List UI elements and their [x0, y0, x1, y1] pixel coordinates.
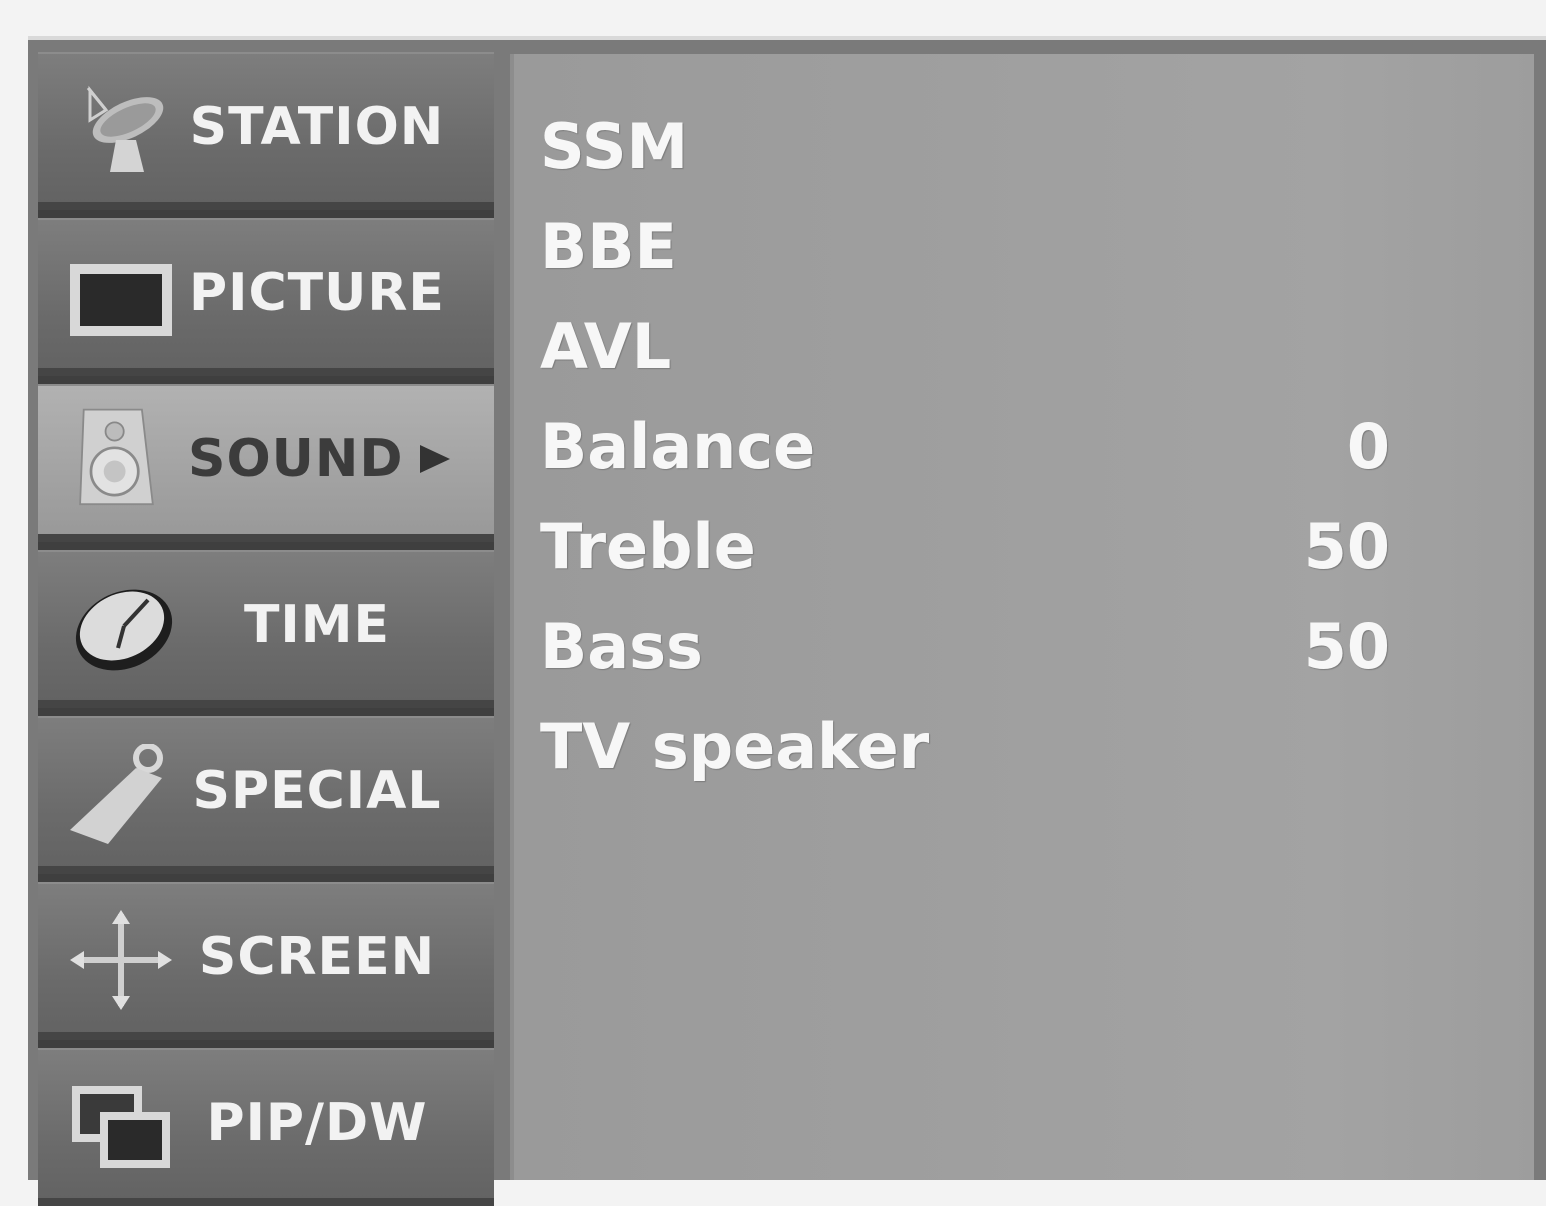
menu-item-special[interactable]: SPECIAL: [38, 716, 494, 874]
menu-item-sound[interactable]: SOUND: [38, 384, 494, 542]
menu-item-label: SCREEN: [198, 927, 436, 987]
triangle-right-icon: [420, 445, 450, 473]
tag-icon: [70, 744, 163, 844]
monitor-icon: [70, 264, 172, 336]
osd-menu: STATION PICTURE SOUND TIME SPECIAL SCREE…: [28, 36, 1546, 1206]
setting-label: TV speaker: [540, 709, 930, 783]
menu-item-time[interactable]: TIME: [38, 550, 494, 708]
menu-item-label: TIME: [243, 595, 391, 655]
menu-item-label: PICTURE: [189, 263, 445, 323]
setting-label: Bass: [540, 609, 703, 683]
menu-item-picture[interactable]: PICTURE: [38, 218, 494, 376]
setting-label: Treble: [540, 509, 756, 583]
menu-item-label: PIP/DW: [206, 1093, 428, 1153]
setting-value: 0: [1346, 409, 1390, 483]
setting-value: 50: [1303, 509, 1390, 583]
setting-label: Balance: [540, 409, 816, 483]
setting-label: AVL: [540, 309, 672, 383]
menu-item-label: SPECIAL: [192, 761, 442, 821]
clock-icon: [75, 589, 173, 671]
menu-item-label: SOUND: [188, 429, 404, 489]
satellite-dish-icon: [86, 85, 164, 172]
menu-item-pip-dw[interactable]: PIP/DW: [38, 1048, 494, 1206]
sound-settings-panel: SSM BBE AVL Balance 0 Treble 50 Bass 50 …: [510, 54, 1534, 1180]
setting-row-bass[interactable]: Bass 50: [540, 596, 1390, 696]
main-menu-sidebar: STATION PICTURE SOUND TIME SPECIAL SCREE…: [38, 52, 494, 1206]
setting-value: 50: [1303, 609, 1390, 683]
setting-row-balance[interactable]: Balance 0: [540, 396, 1390, 496]
menu-item-screen[interactable]: SCREEN: [38, 882, 494, 1040]
pip-windows-icon: [72, 1086, 170, 1168]
setting-row-bbe[interactable]: BBE: [540, 196, 1390, 296]
setting-row-ssm[interactable]: SSM: [540, 96, 1390, 196]
menu-item-label: STATION: [189, 97, 445, 157]
menu-item-station[interactable]: STATION: [38, 52, 494, 210]
speaker-icon: [79, 408, 154, 506]
setting-label: SSM: [540, 109, 689, 183]
setting-row-avl[interactable]: AVL: [540, 296, 1390, 396]
setting-label: BBE: [540, 209, 677, 283]
setting-row-tv-speaker[interactable]: TV speaker: [540, 696, 1390, 796]
move-arrows-icon: [70, 910, 172, 1010]
setting-row-treble[interactable]: Treble 50: [540, 496, 1390, 596]
